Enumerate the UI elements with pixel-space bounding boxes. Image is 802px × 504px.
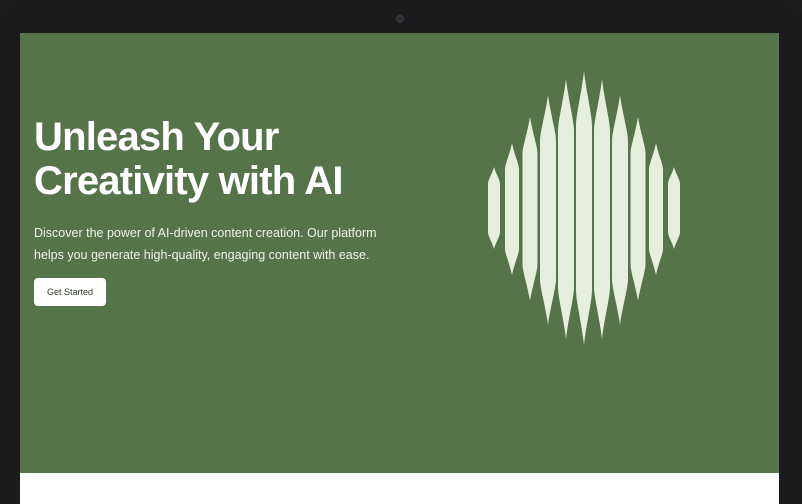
waveform-bars-icon: [488, 71, 680, 345]
waveform-bar: [522, 117, 538, 301]
screen: Unleash Your Creativity with AI Discover…: [20, 33, 779, 504]
hero-headline-line-1: Unleash Your: [34, 115, 279, 159]
waveform-bar: [630, 117, 646, 301]
waveform-bar: [576, 71, 592, 345]
waveform-bar: [540, 95, 556, 325]
get-started-button[interactable]: Get Started: [34, 278, 106, 306]
waveform-bar: [612, 95, 628, 325]
waveform-bar: [558, 79, 574, 339]
hero-subtext: Discover the power of AI-driven content …: [34, 226, 377, 262]
waveform-bar: [488, 167, 500, 249]
camera-icon: [396, 15, 404, 23]
waveform-bar: [649, 143, 663, 275]
waveform-bar: [594, 79, 610, 339]
hero-headline-line-2: Creativity with AI: [34, 159, 343, 203]
hero-headline: Unleash Your Creativity with AI: [34, 115, 454, 203]
next-section: [20, 473, 779, 504]
hero-section: Unleash Your Creativity with AI Discover…: [20, 33, 779, 473]
device-frame: Unleash Your Creativity with AI Discover…: [0, 0, 802, 504]
waveform-bar: [505, 143, 519, 275]
waveform-bar: [668, 167, 680, 249]
